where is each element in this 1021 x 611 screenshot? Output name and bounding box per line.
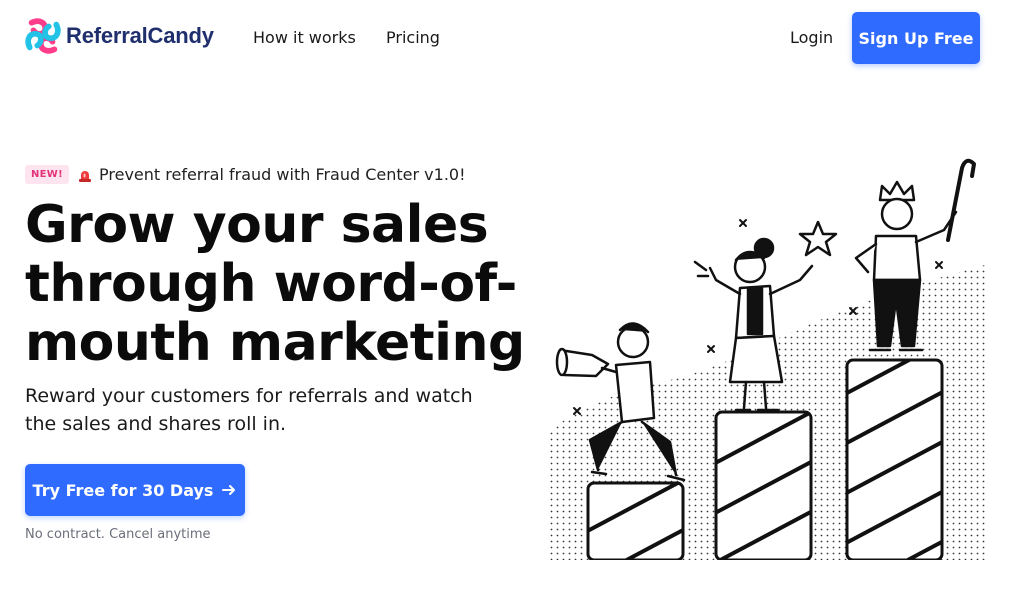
siren-icon: [79, 170, 91, 182]
try-free-label: Try Free for 30 Days: [32, 480, 214, 500]
no-contract-note: No contract. Cancel anytime: [25, 527, 211, 542]
podium-left: [586, 481, 685, 560]
nav-how-it-works[interactable]: How it works: [253, 28, 356, 47]
announcement-bar[interactable]: NEW! Prevent referral fraud with Fraud C…: [25, 165, 466, 184]
brand-name: ReferralCandy: [66, 23, 214, 48]
hero-subtext: Reward your customers for referrals and …: [25, 385, 473, 435]
arrow-right-icon: [222, 485, 236, 495]
hero-headline: Grow your sales through word-of-mouth ma…: [25, 195, 525, 373]
nav-pricing[interactable]: Pricing: [386, 28, 440, 47]
brand-logo[interactable]: ReferralCandy: [24, 17, 214, 55]
site-header: ReferralCandy How it works Pricing Login…: [0, 0, 1021, 76]
star-shape: [798, 220, 838, 257]
announcement-text: Prevent referral fraud with Fraud Center…: [99, 165, 466, 184]
podium-middle: [714, 410, 813, 560]
nav-login[interactable]: Login: [790, 28, 833, 47]
sign-up-button[interactable]: Sign Up Free: [852, 12, 980, 64]
new-badge: NEW!: [25, 165, 69, 184]
hero-illustration: [550, 158, 985, 560]
podium-right: [845, 358, 944, 560]
try-free-button[interactable]: Try Free for 30 Days: [25, 464, 245, 516]
candy-swirl-logo-icon: [25, 18, 61, 54]
